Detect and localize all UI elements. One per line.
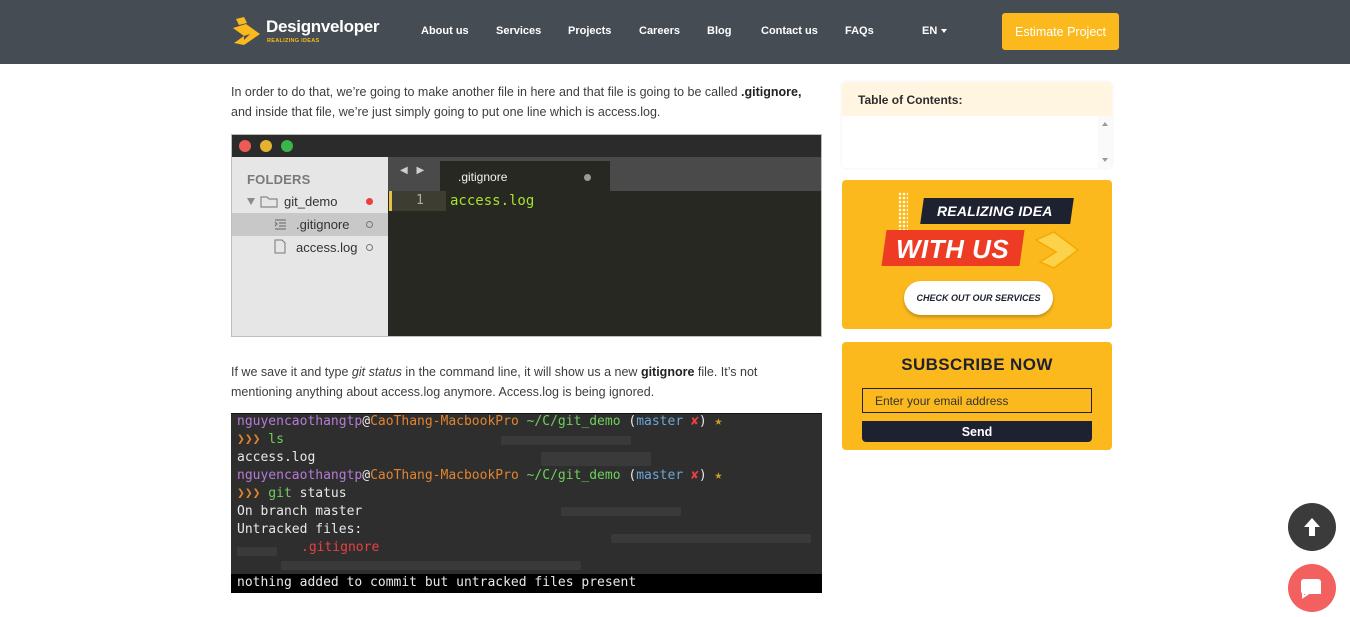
article-paragraph: If we save it and type git status in the… <box>231 362 811 402</box>
paragraph-text: In order to do that, we’re going to make… <box>231 85 742 99</box>
editor-titlebar <box>232 135 821 157</box>
subscribe-title: SUBSCRIBE NOW <box>901 355 1053 374</box>
unsaved-dot-icon <box>366 221 373 228</box>
nav-careers[interactable]: Careers <box>639 25 680 37</box>
file-label: access.log <box>296 240 358 255</box>
subscribe-widget: SUBSCRIBE NOW Send <box>842 342 1112 450</box>
nav-faqs[interactable]: FAQs <box>845 25 874 37</box>
paragraph-bold: .gitignore, <box>741 85 802 99</box>
dot-pattern <box>898 192 908 230</box>
editor-tab: .gitignore <box>440 161 610 191</box>
chat-bubble-icon <box>1301 579 1321 599</box>
arrow-up-icon <box>1304 518 1320 536</box>
blurred-text <box>561 507 681 516</box>
file-label: .gitignore <box>296 217 350 232</box>
tab-nav-arrows-icon: ◀ ▶ <box>400 165 428 176</box>
paragraph-text: and inside that file, we’re just simply … <box>231 105 661 119</box>
logo-text: Designveloper <box>266 17 380 36</box>
language-selector[interactable]: EN <box>922 25 948 37</box>
nav-blog[interactable]: Blog <box>707 25 731 37</box>
language-label: EN <box>922 25 938 37</box>
chat-button[interactable] <box>1288 564 1336 612</box>
table-of-contents: Table of Contents: <box>842 82 1112 168</box>
editor-sidebar: FOLDERS git_demo .gitignore access.log <box>232 157 388 336</box>
nav-about-us[interactable]: About us <box>421 25 469 37</box>
unsaved-dot-icon <box>366 244 373 251</box>
folder-icon <box>260 196 278 208</box>
tab-modified-dot-icon <box>584 174 591 181</box>
terminal-output-line: Untracked files: <box>237 522 363 537</box>
caret-down-icon <box>941 29 948 34</box>
send-button[interactable]: Send <box>862 421 1092 442</box>
code-line: access.log <box>450 193 535 209</box>
terminal-output-line: On branch master <box>237 504 363 519</box>
scroll-up-icon[interactable] <box>1102 122 1108 126</box>
terminal-prompt-line: nguyencaothangtp@CaoThang-MacbookPro ~/C… <box>237 468 723 483</box>
terminal-output-line: nothing added to commit but untracked fi… <box>237 575 637 590</box>
services-promo-banner[interactable]: REALIZING IDEA WITH US CHECK OUT OUR SER… <box>842 180 1112 329</box>
terminal-screenshot: nguyencaothangtp@CaoThang-MacbookPro ~/C… <box>231 413 822 593</box>
scroll-down-icon[interactable] <box>1102 158 1108 162</box>
nav-projects[interactable]: Projects <box>568 25 611 37</box>
modified-dot-icon <box>366 198 373 205</box>
editor-screenshot: FOLDERS git_demo .gitignore access.log ◀… <box>231 134 822 337</box>
file-icon <box>274 239 286 254</box>
scroll-to-top-button[interactable] <box>1288 503 1336 551</box>
file-row: access.log <box>232 236 388 259</box>
editor-tabbar: ◀ ▶ .gitignore <box>388 157 821 191</box>
text-file-icon <box>274 219 286 230</box>
blurred-text <box>611 534 811 543</box>
email-field[interactable] <box>862 388 1092 413</box>
line-marker <box>389 191 392 211</box>
toc-title: Table of Contents: <box>858 93 963 107</box>
nav-services[interactable]: Services <box>496 25 541 37</box>
blurred-text <box>501 436 631 445</box>
nav-contact-us[interactable]: Contact us <box>761 25 818 37</box>
logo-mark-icon <box>233 17 260 45</box>
terminal-untracked-file: .gitignore <box>301 540 380 555</box>
paragraph-bold: gitignore <box>640 365 695 379</box>
article-paragraph: In order to do that, we’re going to make… <box>231 82 811 122</box>
promo-headline: REALIZING IDEA <box>937 203 1053 219</box>
blurred-text <box>237 547 277 556</box>
line-number: 1 <box>416 193 424 208</box>
minimize-dot-icon <box>260 140 272 152</box>
chevron-logo-icon <box>1034 231 1080 269</box>
close-dot-icon <box>239 140 251 152</box>
estimate-project-button[interactable]: Estimate Project <box>1002 13 1119 50</box>
site-header: Designveloper REALIZING IDEAS About us S… <box>0 0 1350 64</box>
paragraph-italic: git status <box>351 365 402 379</box>
check-out-services-button[interactable]: CHECK OUT OUR SERVICES <box>904 281 1053 315</box>
paragraph-text: If we save it and type <box>231 365 352 379</box>
terminal-output-line: access.log <box>237 450 316 465</box>
designveloper-logo[interactable]: Designveloper REALIZING IDEAS <box>230 14 380 50</box>
sidebar-header: FOLDERS <box>247 172 311 187</box>
terminal-prompt-line: nguyencaothangtp@CaoThang-MacbookPro ~/C… <box>237 414 723 429</box>
blurred-text <box>541 452 651 466</box>
promo-subheadline: WITH US <box>896 234 1010 264</box>
folder-row: git_demo <box>232 190 388 213</box>
terminal-command-line: ❯❯❯ ls <box>237 432 284 447</box>
folder-label: git_demo <box>284 194 338 209</box>
toc-scrollbar[interactable] <box>1098 116 1112 168</box>
terminal-command-line: ❯❯❯ git status <box>237 486 347 501</box>
toc-header: Table of Contents: <box>842 82 1112 116</box>
file-row: .gitignore <box>232 213 388 236</box>
tab-label: .gitignore <box>458 170 508 184</box>
logo-tagline: REALIZING IDEAS <box>267 38 320 44</box>
blurred-text <box>281 561 581 570</box>
paragraph-text: in the command line, it will show us a n… <box>401 365 641 379</box>
maximize-dot-icon <box>281 140 293 152</box>
disclosure-triangle-icon <box>247 198 255 205</box>
